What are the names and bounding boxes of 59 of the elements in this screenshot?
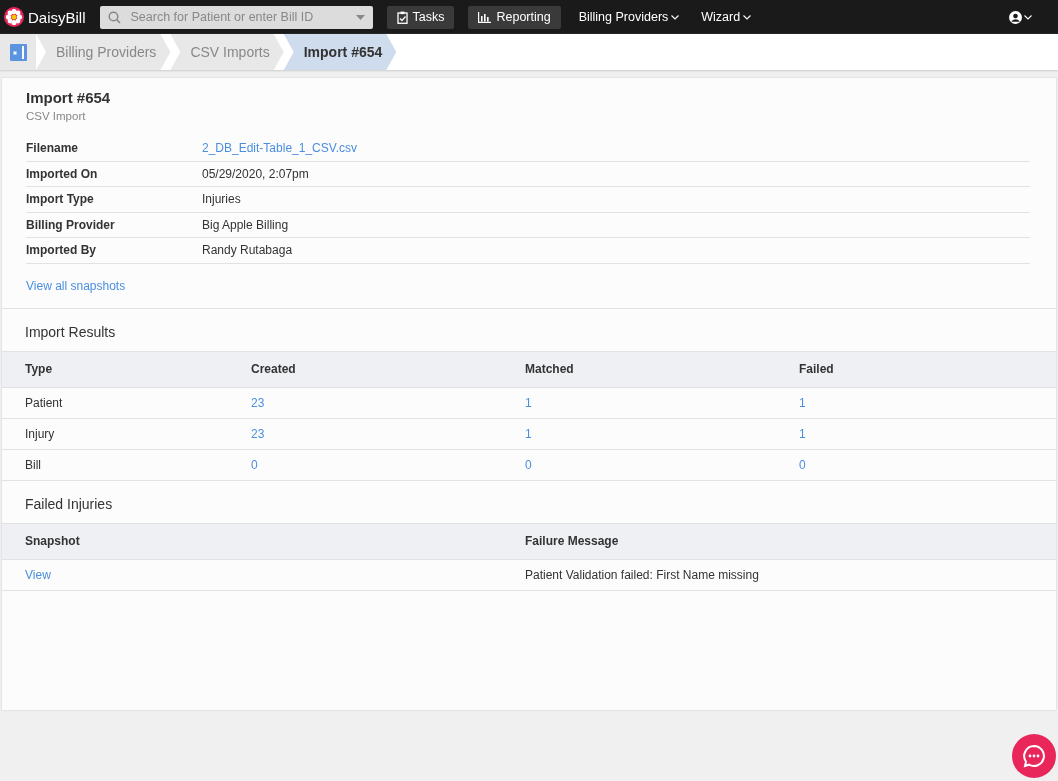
- nav-dropdown[interactable]: Wizard: [697, 10, 756, 24]
- daisy-logo-icon: [4, 7, 24, 27]
- column-header: Matched: [525, 362, 575, 376]
- table-cell-text: Patient: [25, 395, 64, 410]
- nav-button[interactable]: Tasks: [386, 5, 455, 29]
- home-crumb[interactable]: [0, 34, 36, 70]
- table-cell-text: Injury: [25, 426, 56, 441]
- column-header: Failure Message: [525, 534, 620, 548]
- clipboard-icon: [396, 10, 408, 24]
- detail-value: Randy Rutabaga: [202, 243, 294, 258]
- count-link[interactable]: 1: [525, 426, 799, 441]
- card-icon: [9, 43, 27, 61]
- count-link[interactable]: 0: [525, 457, 799, 472]
- detail-label: Billing Provider: [26, 217, 116, 232]
- chevron-down-icon: [671, 14, 680, 20]
- detail-label: Import Type: [26, 192, 95, 207]
- search-field[interactable]: Search for Patient or enter Bill ID: [128, 9, 348, 25]
- bar-chart-icon: [478, 11, 492, 23]
- section-title: Import Results: [24, 322, 117, 342]
- snapshots-link[interactable]: View all snapshots: [26, 278, 126, 293]
- app-logo-text[interactable]: DaisyBill: [28, 8, 86, 26]
- chat-button[interactable]: [1012, 734, 1056, 778]
- count-link[interactable]: 1: [799, 395, 1056, 410]
- nav-button[interactable]: Reporting: [468, 5, 561, 29]
- column-header: Created: [251, 362, 297, 376]
- detail-value: Injuries: [202, 192, 242, 207]
- caret-icon: [355, 14, 365, 20]
- table-cell-text: Patient Validation failed: First Name missing: [525, 567, 760, 582]
- breadcrumb[interactable]: CSV Imports: [170, 34, 284, 70]
- count-link[interactable]: 23: [251, 426, 525, 441]
- column-header: Snapshot: [25, 534, 81, 548]
- page-title: Import #654: [26, 89, 112, 106]
- search-box[interactable]: Search for Patient or enter Bill ID: [99, 5, 373, 29]
- detail-value: 05/29/2020, 2:07pm: [202, 166, 310, 181]
- user-icon: [1009, 10, 1022, 24]
- detail-label: Imported On: [26, 166, 99, 181]
- count-link[interactable]: 0: [799, 457, 1056, 472]
- count-link[interactable]: 1: [799, 426, 1056, 441]
- chevron-down-icon: [1024, 14, 1032, 20]
- breadcrumb[interactable]: Import #654: [283, 34, 397, 70]
- column-header: Type: [25, 362, 54, 376]
- count-link[interactable]: 0: [251, 457, 525, 472]
- breadcrumb[interactable]: Billing Providers: [36, 34, 171, 70]
- chevron-down-icon: [743, 14, 752, 20]
- file-link[interactable]: 2_DB_Edit-Table_1_CSV.csv: [202, 141, 1030, 156]
- page-subtitle: CSV Import: [26, 110, 87, 122]
- count-link[interactable]: 23: [251, 395, 525, 410]
- count-link[interactable]: 1: [525, 395, 799, 410]
- user-menu[interactable]: [1009, 10, 1032, 24]
- table-cell-text: Bill: [25, 457, 42, 472]
- detail-label: Filename: [26, 141, 80, 156]
- column-header: Failed: [799, 362, 835, 376]
- search-icon: [107, 10, 121, 24]
- view-link[interactable]: View: [25, 567, 525, 582]
- detail-label: Imported By: [26, 243, 97, 258]
- detail-value: Big Apple Billing: [202, 217, 290, 232]
- chat-bubble-icon: [1022, 744, 1046, 768]
- nav-dropdown[interactable]: Billing Providers: [574, 10, 684, 24]
- section-title: Failed Injuries: [24, 494, 114, 514]
